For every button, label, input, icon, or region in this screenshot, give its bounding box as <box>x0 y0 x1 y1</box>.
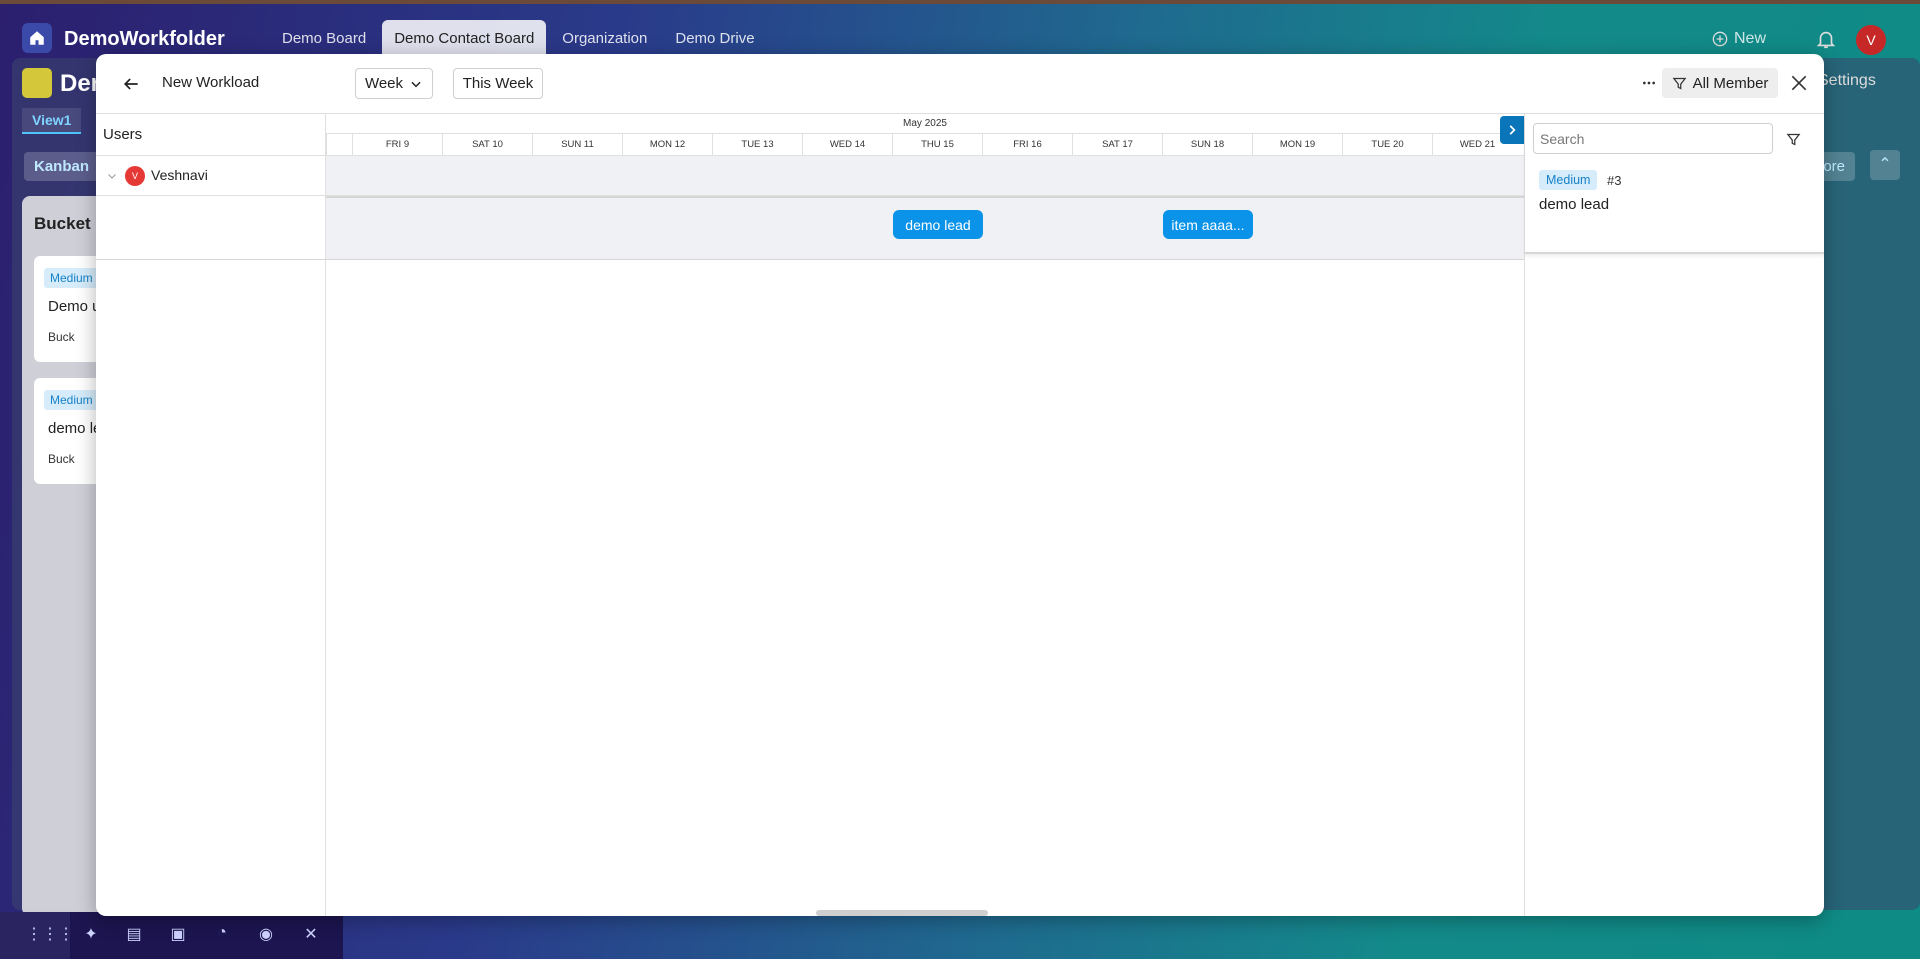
priority-badge: Medium <box>1539 170 1598 190</box>
more-horizontal-icon <box>1643 81 1655 85</box>
user-row[interactable]: V Veshnavi <box>96 156 326 196</box>
close-button[interactable] <box>1784 68 1814 98</box>
this-week-button[interactable]: This Week <box>453 68 543 99</box>
horizontal-scrollbar[interactable] <box>816 910 988 916</box>
user-task-row <box>96 196 326 260</box>
contact-card-icon[interactable]: ▣ <box>167 924 189 946</box>
day-cell: FRI 9 <box>352 134 442 156</box>
day-cell: SUN 11 <box>532 134 622 156</box>
nav-item-organization[interactable]: Organization <box>550 20 659 57</box>
arrow-left-icon <box>123 78 138 90</box>
close-icon <box>1791 75 1807 91</box>
filter-button[interactable] <box>1781 127 1805 151</box>
day-cell: SAT 17 <box>1072 134 1162 156</box>
day-cell: MON 19 <box>1252 134 1342 156</box>
month-header: May 2025 <box>326 114 1524 134</box>
bucket-title: Bucket <box>34 214 91 233</box>
gauge-icon[interactable]: ◔ <box>211 924 233 946</box>
timeline-task-row: demo lead item aaaa... <box>326 196 1524 260</box>
card-title: demo le <box>48 420 102 437</box>
task-bar[interactable]: demo lead <box>893 210 983 239</box>
card-title: Demo u <box>48 298 101 315</box>
day-cell: WED 14 <box>802 134 892 156</box>
user-name: Veshnavi <box>151 167 208 183</box>
more-options-button[interactable] <box>1636 70 1662 96</box>
day-cell: TUE 13 <box>712 134 802 156</box>
timeline-user-row <box>326 156 1524 196</box>
nav-item-demo-contact-board[interactable]: Demo Contact Board <box>382 20 547 57</box>
chevron-down-icon[interactable] <box>106 170 118 182</box>
day-cell: SUN 18 <box>1162 134 1252 156</box>
notification-button[interactable] <box>1815 28 1837 55</box>
chevron-right-icon <box>1509 125 1516 135</box>
new-button[interactable]: New <box>1712 30 1766 48</box>
unassigned-panel: Medium #3 demo lead <box>1524 114 1824 916</box>
nav-item-demo-board[interactable]: Demo Board <box>270 20 378 57</box>
nav-item-demo-drive[interactable]: Demo Drive <box>663 20 766 57</box>
week-label: Week <box>364 75 404 92</box>
back-button[interactable] <box>116 69 146 99</box>
users-column: Users V Veshnavi <box>96 114 326 916</box>
panel-toggle-button[interactable] <box>1500 116 1524 144</box>
card-bucket: Buck <box>48 452 75 466</box>
day-cell: TUE 20 <box>1342 134 1432 156</box>
home-button[interactable] <box>22 23 52 53</box>
day-cell: FRI 16 <box>982 134 1072 156</box>
search-input[interactable] <box>1533 123 1773 154</box>
card-bucket: Buck <box>48 330 75 344</box>
task-bar[interactable]: item aaaa... <box>1163 210 1253 239</box>
bell-icon <box>1816 31 1836 49</box>
modal-header: New Workload Week This Week All Member <box>96 54 1824 114</box>
day-cell: MON 12 <box>622 134 712 156</box>
sparkle-icon[interactable]: ✦ <box>80 924 102 946</box>
chevron-down-icon <box>411 81 421 87</box>
kanban-tab[interactable]: Kanban <box>24 152 100 181</box>
all-member-filter[interactable]: All Member <box>1662 68 1778 98</box>
board-title: Der <box>60 70 101 97</box>
user-avatar: V <box>125 166 145 186</box>
users-header: Users <box>96 114 326 156</box>
day-cell: SAT 10 <box>442 134 532 156</box>
user-avatar[interactable]: V <box>1856 25 1886 55</box>
settings-button[interactable]: Settings <box>1818 72 1876 90</box>
new-label: New <box>1734 30 1767 47</box>
tools-icon[interactable]: ✕ <box>300 924 322 946</box>
day-header: FRI 9 SAT 10 SUN 11 MON 12 TUE 13 WED 14… <box>326 134 1524 156</box>
day-cell <box>326 134 352 156</box>
plus-circle-icon <box>1712 31 1728 47</box>
board-icon <box>22 68 52 98</box>
side-list: Medium #3 demo lead <box>1525 114 1824 254</box>
all-member-label: All Member <box>1692 74 1769 92</box>
main-nav: Demo Board Demo Contact Board Organizati… <box>270 20 767 57</box>
collapse-button[interactable]: ⌃ <box>1870 150 1900 180</box>
home-icon <box>30 31 44 45</box>
timer-icon[interactable]: ◉ <box>255 924 277 946</box>
filter-icon <box>1672 77 1686 90</box>
timeline: May 2025 FRI 9 SAT 10 SUN 11 MON 12 TUE … <box>326 114 1524 916</box>
item-title: demo lead <box>1539 196 1610 213</box>
list-item[interactable]: Medium #3 demo lead <box>1525 170 1824 230</box>
modal-title: New Workload <box>162 74 260 91</box>
priority-badge: Medium <box>44 268 99 288</box>
item-number: #3 <box>1607 173 1622 188</box>
chevron-up-icon: ⌃ <box>1878 156 1892 173</box>
priority-badge: Medium <box>44 390 99 410</box>
app-brand: DemoWorkfolder <box>64 28 225 50</box>
view-tab[interactable]: View1 <box>22 108 82 134</box>
document-icon[interactable]: ▤ <box>123 924 145 946</box>
week-dropdown[interactable]: Week <box>355 68 433 99</box>
workload-modal: New Workload Week This Week All Member U… <box>96 54 1824 916</box>
filter-icon <box>1786 133 1800 146</box>
grid-icon[interactable]: ⋮⋮⋮ <box>26 924 74 946</box>
day-cell: THU 15 <box>892 134 982 156</box>
